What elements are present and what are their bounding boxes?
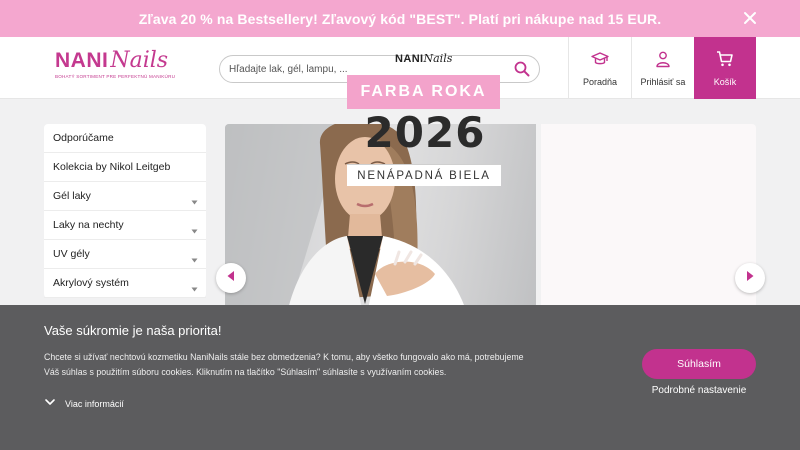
login-label: Prihlásiť sa [640,76,686,87]
hero-color-name: NENÁPADNÁ BIELA [347,164,501,186]
hero-headline: FARBA ROKA [347,75,500,109]
cookie-text: Chcete si užívať nechtovú kozmetiku Nani… [44,352,524,377]
cart-button[interactable]: Košík [694,37,756,99]
sidebar-item-label: UV gély [53,248,90,260]
carousel-next-button[interactable] [735,263,765,293]
more-info-label: Viac informácií [65,399,124,409]
login-button[interactable]: Prihlásiť sa [631,37,694,99]
cookie-settings-link[interactable]: Podrobné nastavenie [642,385,756,396]
logo-tagline: BOHATÝ SORTIMENT PRE PERFEKTNÚ MANIKÚRU [55,74,176,79]
sidebar-item-uv-gels[interactable]: UV gély [44,240,206,269]
sidebar-item-gel-polish[interactable]: Gél laky [44,182,206,211]
caret-down-icon [191,280,198,291]
sidebar-item-nail-polish[interactable]: Laky na nechty [44,211,206,240]
user-icon [654,50,672,73]
caret-down-icon [191,193,198,204]
close-icon[interactable] [742,10,758,26]
sidebar-item-label: Odporúčame [53,132,114,144]
logo[interactable]: NANI Nails BOHATÝ SORTIMENT PRE PERFEKTN… [55,50,180,84]
sidebar-item-label: Laky na nechty [53,219,124,231]
graduation-cap-icon [591,50,609,73]
more-info-toggle[interactable]: Viac informácií [44,395,124,413]
sidebar-item-label: Gél laky [53,190,91,202]
logo-part-nails: Nails [110,48,169,73]
cookie-banner: Vaše súkromie je naša priorita! Chcete s… [0,305,800,450]
carousel-prev-button[interactable] [216,263,246,293]
hero-brand-part-nani: NANI [395,53,424,65]
hero-year: 2026 [364,108,486,157]
chevron-down-icon [44,395,65,413]
search-input[interactable] [229,63,499,75]
hero-promo-panel [541,124,756,324]
sidebar-item-nikol-leitgeb[interactable]: Kolekcia by Nikol Leitgeb [44,153,206,182]
caret-down-icon [191,222,198,233]
accept-cookies-button[interactable]: Súhlasím [642,349,756,379]
arrow-left-icon [225,269,237,287]
sidebar-item-label: Akrylový systém [53,277,129,289]
sidebar-item-recommended[interactable]: Odporúčame [44,124,206,153]
guide-label: Poradňa [582,76,618,87]
sidebar-item-label: Kolekcia by Nikol Leitgeb [53,161,171,173]
arrow-right-icon [744,269,756,287]
hero-brand-part-nails: Nails [423,52,453,65]
sidebar-item-acrylic[interactable]: Akrylový systém [44,269,206,298]
cart-label: Košík [713,76,737,87]
promo-bar: Zľava 20 % na Bestsellery! Zľavový kód "… [0,0,800,37]
hero-brand-logo: NANINails [395,52,452,65]
promo-text: Zľava 20 % na Bestsellery! Zľavový kód "… [138,10,662,27]
cookie-title: Vaše súkromie je naša priorita! [44,323,222,338]
category-sidebar: Odporúčame Kolekcia by Nikol Leitgeb Gél… [44,124,206,298]
caret-down-icon [191,251,198,262]
cart-icon [716,50,734,73]
logo-part-nani: NANI [55,49,109,72]
guide-button[interactable]: Poradňa [568,37,631,99]
search-icon[interactable] [514,61,530,77]
